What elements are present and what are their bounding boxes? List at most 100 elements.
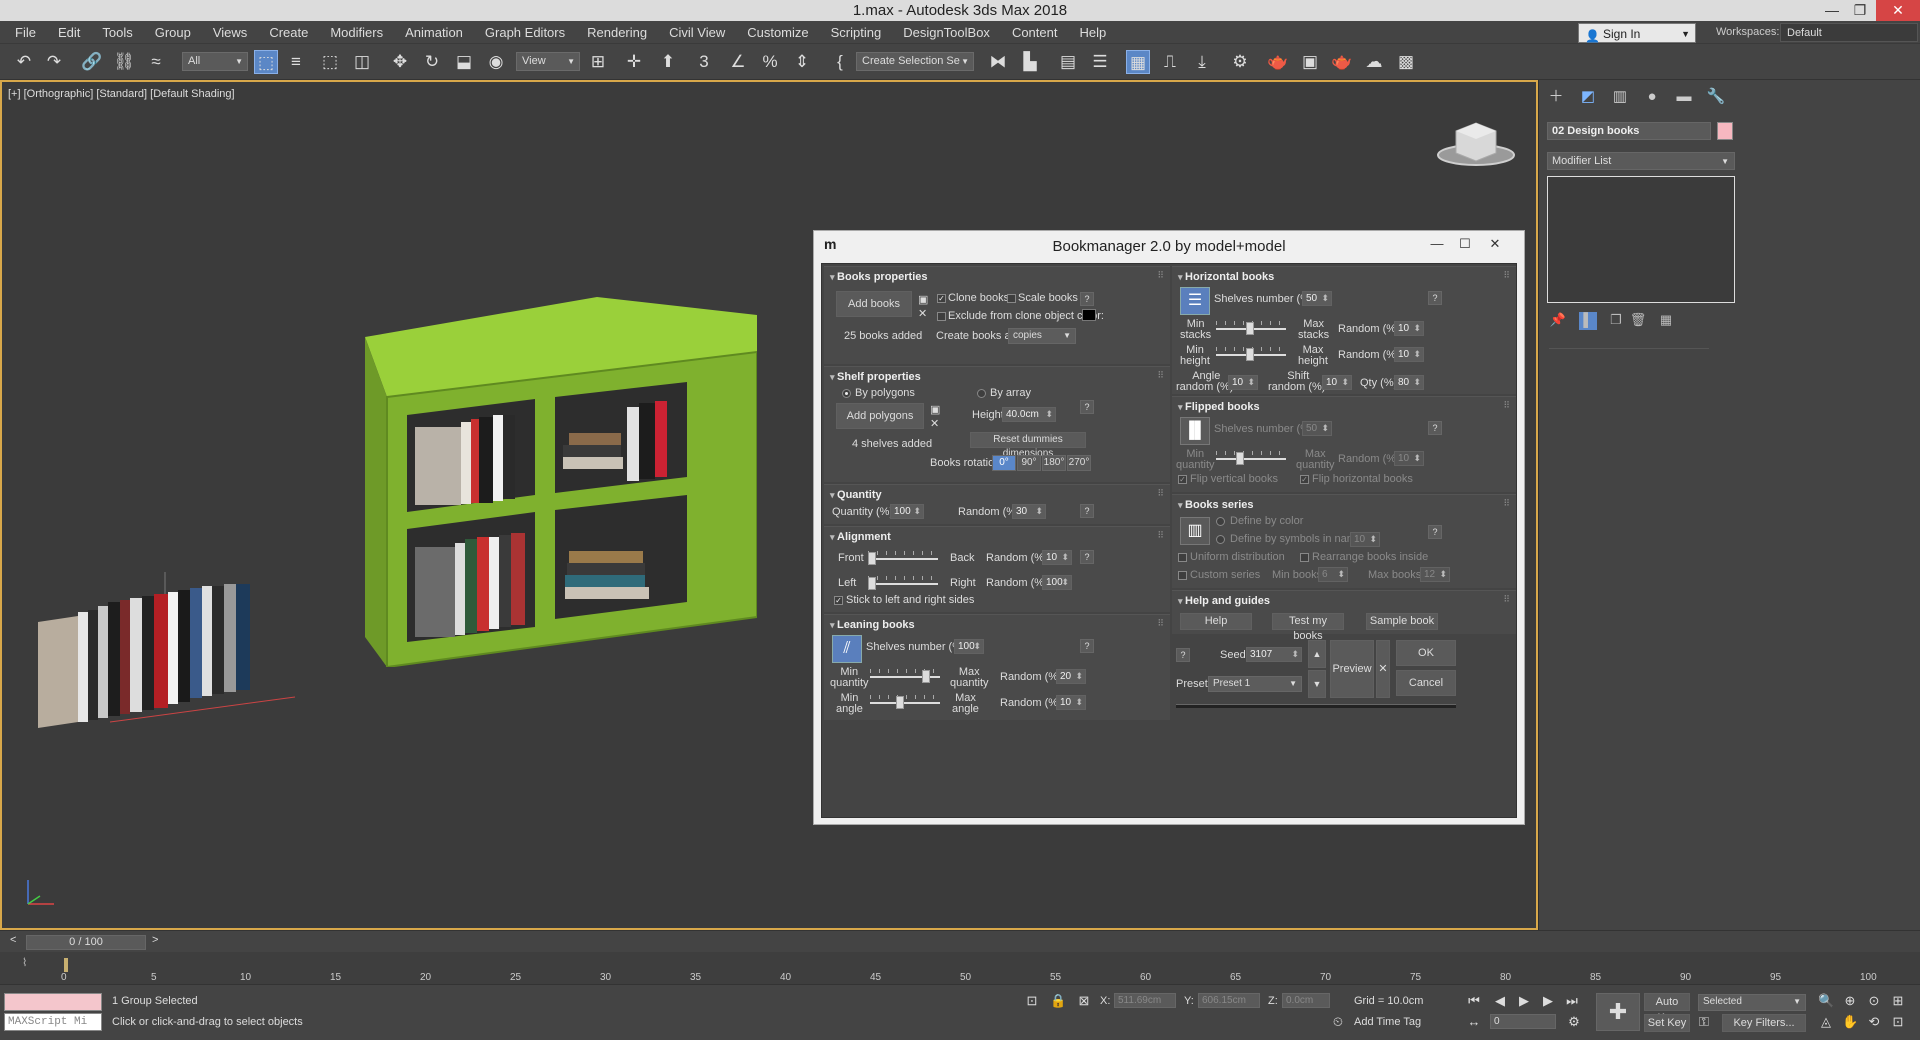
menu-file[interactable]: File	[4, 21, 47, 44]
place-icon[interactable]: ◉	[484, 50, 508, 74]
section-menu-icon[interactable]: ⠿	[1503, 400, 1510, 411]
show-end-result-icon[interactable]: ▌	[1579, 312, 1597, 330]
trackbar[interactable]: ⌇ 0 5 10 15 20 25 30 35 40 45 50 55 60 6…	[0, 952, 1920, 984]
selection-set-dropdown[interactable]: Selected ▼	[1698, 994, 1806, 1011]
key-filter-icon[interactable]: ⚿	[1696, 1014, 1712, 1030]
alignment-header[interactable]: Alignment	[830, 531, 891, 543]
height-slider[interactable]	[1216, 347, 1286, 361]
sample-book-button[interactable]: Sample book	[1366, 613, 1438, 630]
key-mode-icon[interactable]: ↔	[1466, 1014, 1482, 1029]
goto-start-icon[interactable]: ⏮	[1466, 993, 1482, 1009]
orbit-icon[interactable]: ⟲	[1866, 1014, 1882, 1030]
x-coordinate-field[interactable]: 511.69cm	[1114, 993, 1176, 1008]
modifier-list-dropdown[interactable]: Modifier List ▼	[1547, 152, 1735, 170]
reference-coordinate-dropdown[interactable]: View ▼	[516, 52, 580, 71]
clear-preview-button[interactable]: ✕	[1376, 640, 1390, 698]
a360-gallery-icon[interactable]: ▩	[1394, 50, 1418, 74]
leaning-quantity-slider[interactable]	[870, 669, 940, 683]
menu-civil-view[interactable]: Civil View	[658, 21, 736, 44]
min-books-spinner[interactable]: 6	[1318, 567, 1348, 582]
hierarchy-tab-icon[interactable]: ▥	[1609, 86, 1631, 108]
menu-tools[interactable]: Tools	[91, 21, 143, 44]
pick-books-icon[interactable]: ▣	[918, 293, 928, 306]
create-books-as-dropdown[interactable]: copies ▼	[1008, 328, 1076, 344]
dialog-close-icon[interactable]: ✕	[1481, 233, 1509, 255]
books-series-icon[interactable]: ▥	[1180, 517, 1210, 545]
rectangular-selection-icon[interactable]: ⬚	[318, 50, 342, 74]
render-setup-icon[interactable]: 🫖	[1266, 50, 1290, 74]
quantity-header[interactable]: Quantity	[830, 489, 882, 501]
rotate-icon[interactable]: ↻	[420, 50, 444, 74]
section-menu-icon[interactable]: ⠿	[1157, 530, 1164, 541]
books-series-help-button[interactable]: ?	[1428, 525, 1442, 539]
leaning-random1-spinner[interactable]: 20	[1056, 669, 1086, 684]
redo-icon[interactable]: ↷	[42, 50, 66, 74]
menu-help[interactable]: Help	[1068, 21, 1117, 44]
horizontal-random1-spinner[interactable]: 10	[1394, 321, 1424, 336]
section-menu-icon[interactable]: ⠿	[1503, 498, 1510, 509]
menu-animation[interactable]: Animation	[394, 21, 474, 44]
leaning-books-icon[interactable]: ⫽	[832, 635, 862, 663]
horizontal-shelves-spinner[interactable]: 50	[1302, 291, 1332, 306]
manipulate-icon[interactable]: ✛	[622, 50, 646, 74]
time-slider-next-icon[interactable]: >	[152, 934, 158, 946]
named-selection-sets-dropdown[interactable]: Create Selection Se ▼	[856, 52, 974, 71]
flipped-books-help-button[interactable]: ?	[1428, 421, 1442, 435]
loose-books-model[interactable]	[30, 572, 300, 742]
qty-spinner[interactable]: 80	[1394, 375, 1424, 390]
horizontal-random2-spinner[interactable]: 10	[1394, 347, 1424, 362]
z-coordinate-field[interactable]: 0.0cm	[1282, 993, 1330, 1008]
keyboard-shortcut-override-icon[interactable]: ⬆	[656, 50, 680, 74]
books-properties-help-button[interactable]: ?	[1080, 292, 1094, 306]
alignment-help-button[interactable]: ?	[1080, 550, 1094, 564]
percent-snap-icon[interactable]: %	[758, 50, 782, 74]
rotation-90-button[interactable]: 90°	[1017, 455, 1041, 471]
seed-spinner[interactable]: 3107	[1246, 647, 1302, 662]
alignment-random2-spinner[interactable]: 100	[1042, 575, 1072, 590]
align-icon[interactable]: ▙	[1018, 50, 1042, 74]
flipped-shelves-spinner[interactable]: 50	[1302, 421, 1332, 436]
spinner-snap-icon[interactable]: ⇕	[790, 50, 814, 74]
pivot-point-icon[interactable]: ⊞	[586, 50, 610, 74]
minimize-button[interactable]: —	[1818, 0, 1846, 21]
leaning-books-help-button[interactable]: ?	[1080, 639, 1094, 653]
menu-edit[interactable]: Edit	[47, 21, 91, 44]
shelf-properties-header[interactable]: Shelf properties	[830, 371, 921, 383]
front-back-slider[interactable]	[868, 551, 938, 565]
max-books-spinner[interactable]: 12	[1420, 567, 1450, 582]
previous-frame-icon[interactable]: ◀	[1492, 993, 1508, 1009]
test-my-books-button[interactable]: Test my books	[1272, 613, 1344, 642]
scale-books-checkbox[interactable]	[1007, 294, 1016, 303]
mirror-icon[interactable]: ⧓	[986, 50, 1010, 74]
select-object-icon[interactable]: ⬚	[254, 50, 278, 74]
restore-button[interactable]: ❐	[1846, 0, 1874, 21]
books-series-header[interactable]: Books series	[1178, 499, 1253, 511]
by-polygons-radio[interactable]	[842, 389, 851, 398]
cancel-button[interactable]: Cancel	[1396, 670, 1456, 696]
exclude-color-swatch[interactable]	[1082, 309, 1096, 321]
select-by-name-icon[interactable]: ≡	[284, 50, 308, 74]
clear-polygons-icon[interactable]: ✕	[930, 417, 939, 430]
flip-horizontal-checkbox[interactable]: ✓	[1300, 475, 1309, 484]
layer-explorer-icon[interactable]: ☰	[1088, 50, 1112, 74]
pin-stack-icon[interactable]: 📌	[1549, 312, 1567, 330]
menu-content[interactable]: Content	[1001, 21, 1069, 44]
rearrange-inside-checkbox[interactable]	[1300, 553, 1309, 562]
section-menu-icon[interactable]: ⠿	[1157, 270, 1164, 281]
section-menu-icon[interactable]: ⠿	[1157, 488, 1164, 499]
auto-key-button[interactable]: Auto Key	[1644, 993, 1690, 1024]
section-menu-icon[interactable]: ⠿	[1503, 594, 1510, 605]
stacks-slider[interactable]	[1216, 321, 1286, 335]
stick-sides-checkbox[interactable]: ✓	[834, 596, 843, 605]
display-tab-icon[interactable]: ▬	[1673, 86, 1695, 108]
menu-rendering[interactable]: Rendering	[576, 21, 658, 44]
flipped-books-icon[interactable]: ▐▌	[1180, 417, 1210, 445]
set-key-mode-icon[interactable]: ✚	[1596, 993, 1640, 1031]
link-icon[interactable]: 🔗	[80, 50, 104, 74]
window-crossing-icon[interactable]: ◫	[350, 50, 374, 74]
remove-modifier-icon[interactable]: 🗑	[1629, 312, 1647, 330]
selection-lock-icon[interactable]: 🔒	[1050, 993, 1066, 1009]
horizontal-books-icon[interactable]: ☰	[1180, 287, 1210, 315]
absolute-mode-icon[interactable]: ⊠	[1076, 993, 1092, 1009]
dialog-minimize-icon[interactable]: —	[1423, 233, 1451, 255]
